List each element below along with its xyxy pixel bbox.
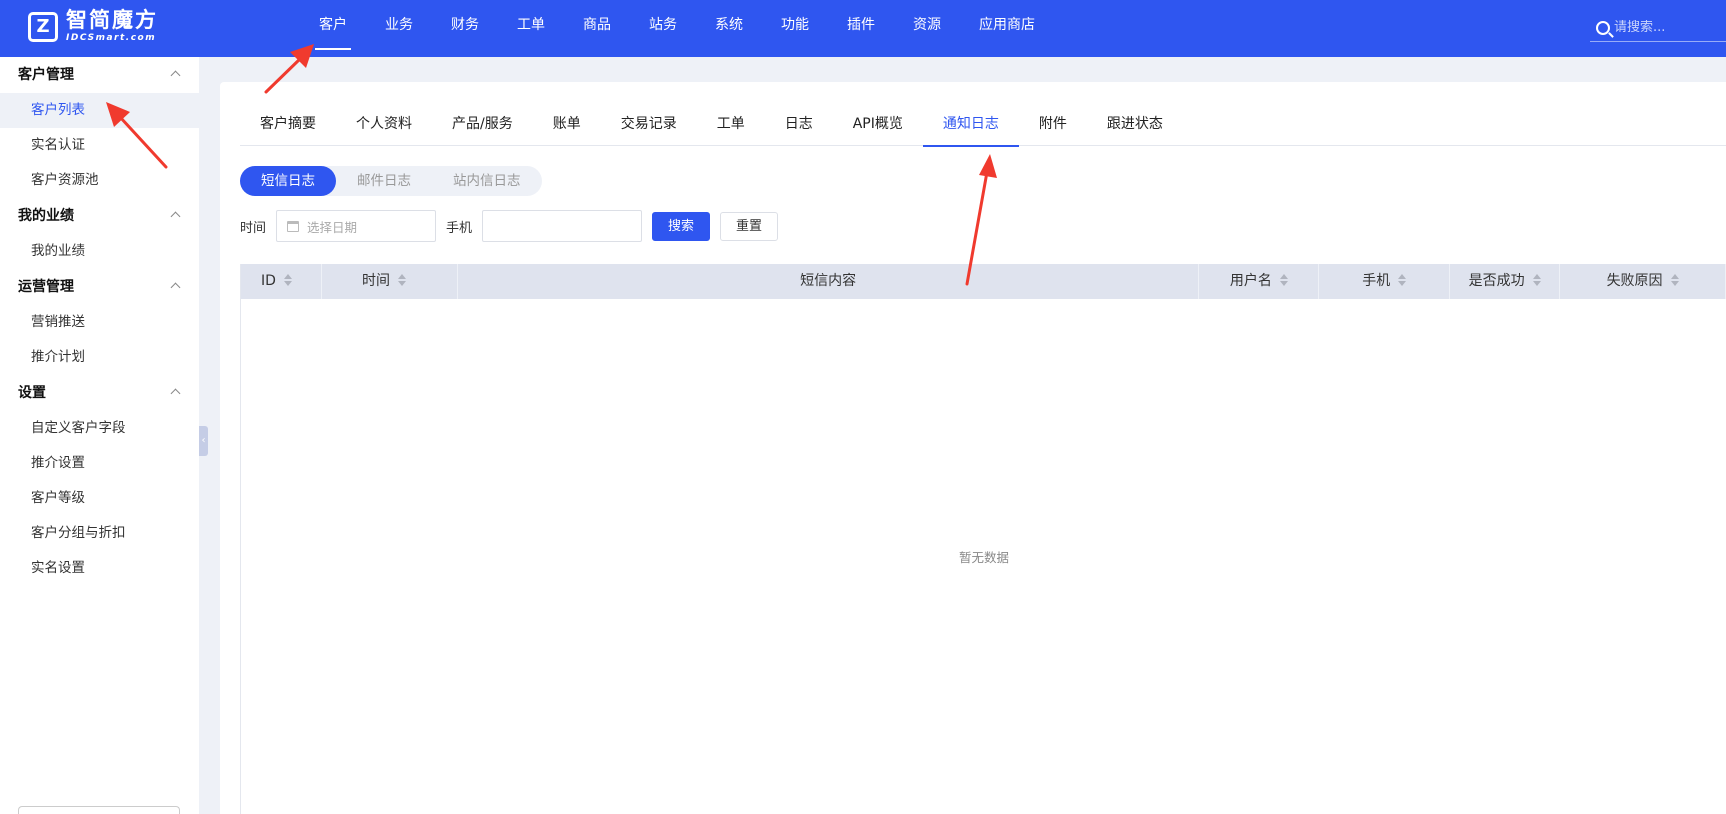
sort-icon[interactable]	[283, 274, 292, 286]
sidebar-item-real-name-settings[interactable]: 实名设置	[0, 551, 199, 586]
nav-plugins[interactable]: 插件	[828, 0, 894, 57]
filter-bar: 时间 选择日期 手机 搜索 重置	[240, 210, 788, 242]
nav-system[interactable]: 系统	[696, 0, 762, 57]
chevron-up-icon	[170, 211, 181, 222]
column-sms-content: 短信内容	[458, 264, 1200, 299]
column-id[interactable]: ID	[241, 264, 322, 299]
sort-icon[interactable]	[397, 274, 406, 286]
sidebar-item-customer-list[interactable]: 客户列表	[0, 93, 199, 128]
column-fail-reason[interactable]: 失败原因	[1560, 264, 1726, 299]
sidebar-item-custom-fields[interactable]: 自定义客户字段	[0, 411, 199, 446]
nav-features[interactable]: 功能	[762, 0, 828, 57]
reset-button[interactable]: 重置	[720, 211, 779, 241]
nav-app-store[interactable]: 应用商店	[960, 0, 1054, 57]
date-placeholder: 选择日期	[307, 219, 358, 235]
sidebar-item-customer-level[interactable]: 客户等级	[0, 481, 199, 516]
column-success[interactable]: 是否成功	[1450, 264, 1561, 299]
chevron-up-icon	[170, 282, 181, 293]
tab-attachments[interactable]: 附件	[1019, 104, 1087, 146]
tab-tickets[interactable]: 工单	[697, 104, 765, 146]
search-icon[interactable]	[1596, 20, 1610, 35]
brand-domain: IDCSmart.com	[66, 33, 157, 43]
global-search-input[interactable]	[1614, 20, 1714, 35]
calendar-icon	[287, 220, 300, 232]
sidebar-collapse-handle[interactable]: ‹	[199, 426, 208, 456]
chevron-up-icon	[170, 70, 181, 81]
sort-icon[interactable]	[1532, 274, 1541, 286]
nav-finance[interactable]: 财务	[432, 0, 498, 57]
sidebar: 客户管理 客户列表 实名认证 客户资源池 我的业绩 我的业绩 运营管理 营销推送…	[0, 57, 199, 814]
phone-label: 手机	[446, 220, 473, 236]
sidebar-group-title: 我的业绩	[18, 208, 74, 224]
sort-icon[interactable]	[1279, 274, 1288, 286]
tab-follow-up-status[interactable]: 跟进状态	[1087, 104, 1183, 146]
sidebar-group-title: 设置	[18, 385, 46, 401]
tab-products-services[interactable]: 产品/服务	[432, 104, 533, 146]
sidebar-group-operations[interactable]: 运营管理	[0, 269, 199, 305]
nav-site-affairs[interactable]: 站务	[630, 0, 696, 57]
nav-ticket[interactable]: 工单	[498, 0, 564, 57]
tab-api-overview[interactable]: API概览	[833, 104, 923, 146]
brand-name: 智简魔方	[66, 8, 158, 32]
sidebar-group-title: 客户管理	[18, 67, 74, 83]
sidebar-group-my-performance[interactable]: 我的业绩	[0, 198, 199, 234]
sidebar-group-title: 运营管理	[18, 279, 74, 295]
sidebar-item-referral-plan[interactable]: 推介计划	[0, 340, 199, 375]
tab-invoices[interactable]: 账单	[533, 104, 601, 146]
chevron-up-icon	[170, 388, 181, 399]
tab-summary[interactable]: 客户摘要	[240, 104, 336, 146]
table-header: ID 时间 短信内容 用户名 手机 是否成功 失败原因	[241, 264, 1726, 299]
sidebar-item-real-name-auth[interactable]: 实名认证	[0, 128, 199, 163]
sidebar-item-groups-discounts[interactable]: 客户分组与折扣	[0, 516, 199, 551]
nav-business[interactable]: 业务	[366, 0, 432, 57]
sidebar-item-referral-settings[interactable]: 推介设置	[0, 446, 199, 481]
top-navbar: Z 智简魔方 IDCSmart.com 客户 业务 财务 工单 商品 站务 系统…	[0, 0, 1726, 57]
sms-log-table: ID 时间 短信内容 用户名 手机 是否成功 失败原因 暂无数据	[240, 264, 1726, 814]
empty-state: 暂无数据	[241, 299, 1726, 814]
nav-resources[interactable]: 资源	[894, 0, 960, 57]
nav-customer[interactable]: 客户	[300, 0, 366, 57]
sidebar-item-my-performance[interactable]: 我的业绩	[0, 234, 199, 269]
nav-products[interactable]: 商品	[564, 0, 630, 57]
site-message-log-toggle[interactable]: 站内信日志	[432, 166, 542, 196]
sidebar-group-settings[interactable]: 设置	[0, 375, 199, 411]
brand-mark-icon: Z	[28, 11, 58, 42]
main-nav: 客户 业务 财务 工单 商品 站务 系统 功能 插件 资源 应用商店	[300, 0, 1054, 57]
column-username[interactable]: 用户名	[1199, 264, 1320, 299]
sort-icon[interactable]	[1398, 274, 1407, 286]
sidebar-footer-box[interactable]	[18, 806, 180, 814]
global-search	[1590, 14, 1726, 42]
tab-transactions[interactable]: 交易记录	[601, 104, 697, 146]
log-type-switch: 短信日志 邮件日志 站内信日志	[240, 166, 542, 196]
sidebar-group-customer-management[interactable]: 客户管理	[0, 57, 199, 93]
sort-icon[interactable]	[1670, 274, 1679, 286]
email-log-toggle[interactable]: 邮件日志	[336, 166, 432, 196]
empty-text: 暂无数据	[958, 550, 1009, 565]
main-panel: 客户摘要 个人资料 产品/服务 账单 交易记录 工单 日志 API概览 通知日志…	[220, 82, 1726, 814]
sms-log-toggle[interactable]: 短信日志	[240, 166, 336, 196]
tab-notification-logs[interactable]: 通知日志	[922, 104, 1019, 147]
search-button[interactable]: 搜索	[652, 211, 711, 241]
brand-logo[interactable]: Z 智简魔方 IDCSmart.com	[28, 10, 158, 43]
tab-logs[interactable]: 日志	[765, 104, 833, 146]
customer-tabs: 客户摘要 个人资料 产品/服务 账单 交易记录 工单 日志 API概览 通知日志…	[240, 104, 1726, 147]
time-label: 时间	[240, 220, 267, 236]
column-time[interactable]: 时间	[322, 264, 458, 299]
sidebar-item-customer-pool[interactable]: 客户资源池	[0, 163, 199, 198]
tab-profile[interactable]: 个人资料	[336, 104, 432, 146]
date-picker[interactable]: 选择日期	[276, 210, 437, 242]
column-phone[interactable]: 手机	[1319, 264, 1451, 299]
sidebar-item-marketing-push[interactable]: 营销推送	[0, 305, 199, 340]
phone-input[interactable]	[482, 210, 643, 242]
